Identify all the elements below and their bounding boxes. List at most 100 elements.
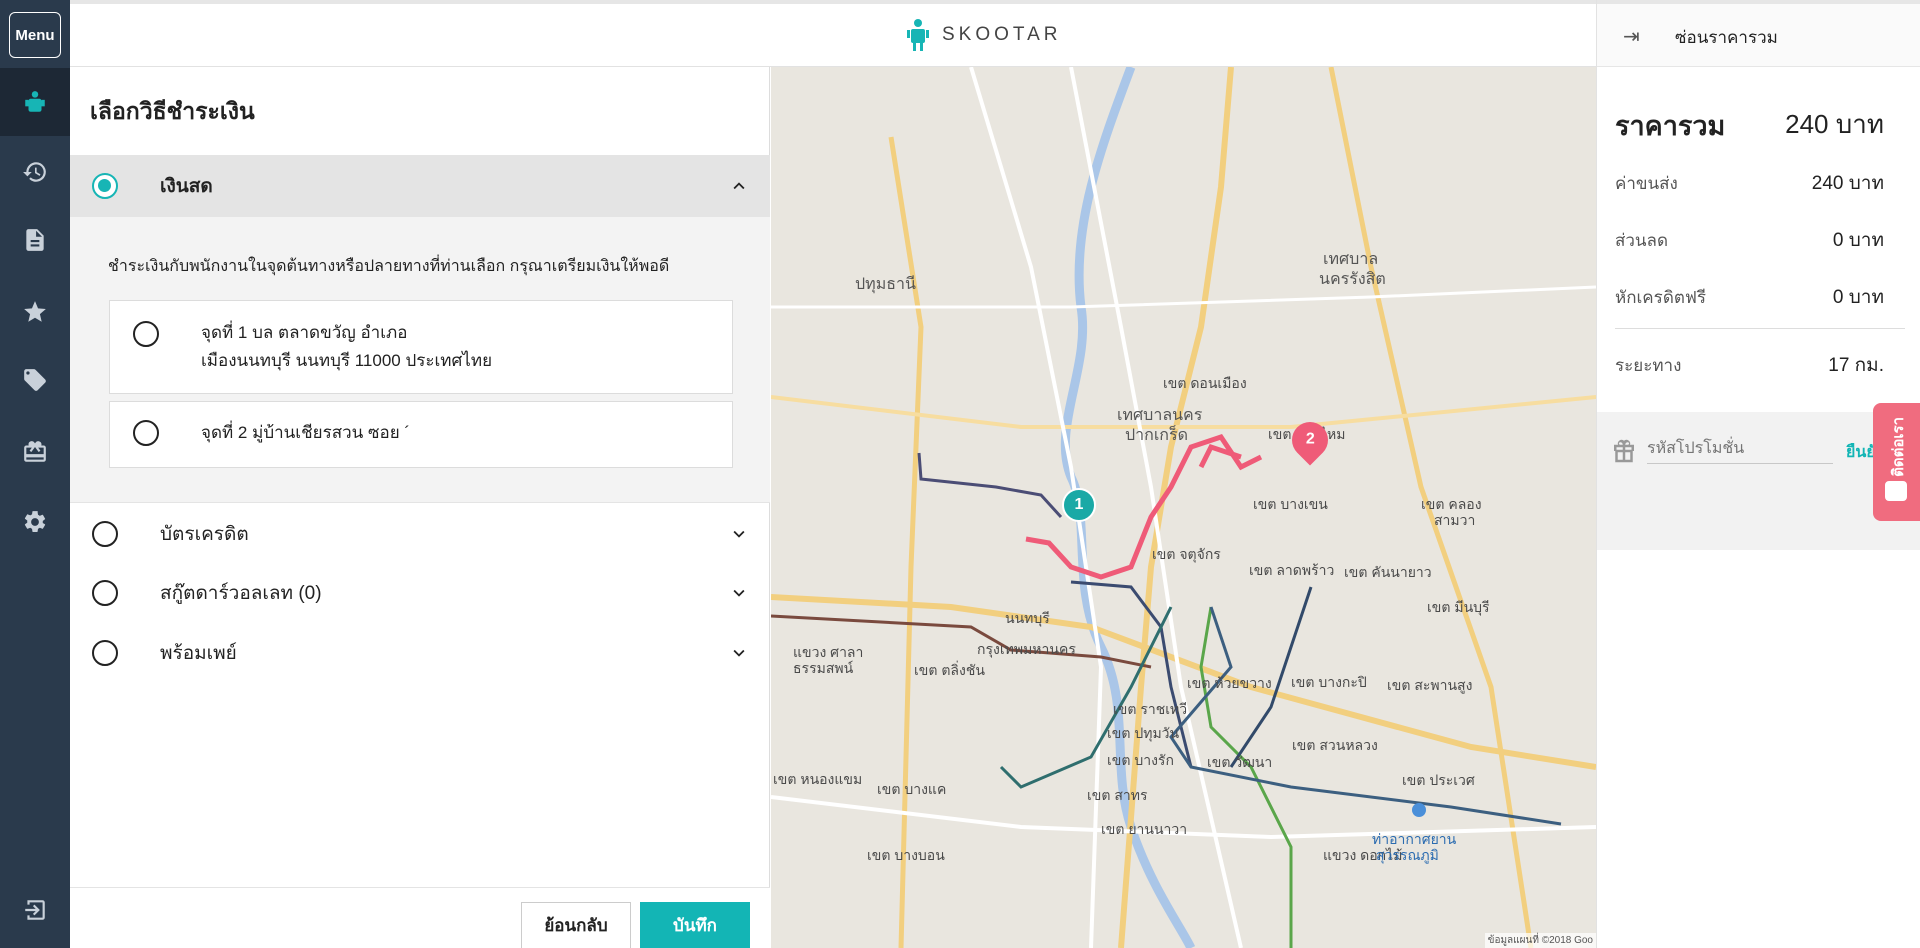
cash-details: ชำระเงินกับพนักงานในจุดต้นทางหรือปลายทาง… xyxy=(70,217,770,503)
menu-button[interactable]: Menu xyxy=(9,12,61,58)
point-2-radio[interactable] xyxy=(133,420,159,446)
chat-icon xyxy=(1885,481,1907,501)
sidebar-item-favorites[interactable] xyxy=(0,278,70,346)
sidebar-item-rewards[interactable] xyxy=(0,418,70,486)
gift-icon xyxy=(1614,439,1634,463)
save-button[interactable]: บันทึก xyxy=(640,902,750,948)
map-label: เขต ลาดพร้าว xyxy=(1249,562,1335,578)
sidebar-item-logout[interactable] xyxy=(0,876,70,944)
skootar-logo-icon xyxy=(25,91,45,112)
payment-panel: เลือกวิธีชำระเงิน เงินสด ชำระเงินกับพนัก… xyxy=(70,67,770,948)
hide-summary-header[interactable]: ⇥ ซ่อนราคารวม xyxy=(1597,0,1920,67)
credit-card-radio[interactable] xyxy=(92,521,118,547)
cash-radio[interactable] xyxy=(92,173,118,199)
point-1-address-line2: เมืองนนทบุรี นนทบุรี 11000 ประเทศไทย xyxy=(201,351,493,370)
price-summary-panel: ⇥ ซ่อนราคารวม ราคารวม 240 บาท ค่าขนส่ง 2… xyxy=(1596,0,1920,948)
sidebar-item-settings[interactable] xyxy=(0,488,70,556)
map-label: ปทุมธานี xyxy=(855,276,916,293)
gift-icon xyxy=(24,441,46,462)
total-price-label: ราคารวม xyxy=(1615,111,1726,141)
promo-code-input[interactable] xyxy=(1647,434,1833,464)
route-map[interactable]: ปทุมธานี เทศบาล นครรังสิต เขต ดอนเมือง เ… xyxy=(771,67,1596,948)
map-label: เขต ประเวศ xyxy=(1402,772,1475,788)
chevron-down-icon[interactable] xyxy=(728,642,750,664)
map-label: เขต จตุจักร xyxy=(1152,546,1221,562)
sidebar-item-history[interactable] xyxy=(0,138,70,206)
divider xyxy=(1615,328,1905,329)
pickup-point-2[interactable]: จุดที่ 2 มู่บ้านเชียรสวน ซอย ´ xyxy=(109,401,733,468)
document-icon xyxy=(26,229,44,251)
payment-option-wallet[interactable]: สกู๊ตดาร์วอลเลท (0) xyxy=(70,562,770,624)
map-label: เขต มีนบุรี xyxy=(1427,599,1490,615)
shipping-fee-label: ค่าขนส่ง xyxy=(1615,174,1678,193)
wallet-radio[interactable] xyxy=(92,580,118,606)
map-copyright: ข้อมูลแผนที่ ©2018 Goo xyxy=(1484,933,1596,948)
chevron-up-icon[interactable] xyxy=(728,175,750,197)
distance-value: 17 กม. xyxy=(1828,355,1884,376)
hide-summary-label: ซ่อนราคารวม xyxy=(1675,28,1778,47)
payment-option-credit-card[interactable]: บัตรเครดิต xyxy=(70,503,770,565)
map-label: เขต ตลิ่งชัน xyxy=(914,662,985,678)
map-label: เขต ดอนเมือง xyxy=(1163,375,1247,391)
pickup-point-1[interactable]: จุดที่ 1 บล ตลาดขวัญ อำเภอ เมืองนนทบุรี … xyxy=(109,300,733,394)
star-icon xyxy=(24,301,46,322)
map-label: ธรรมสพน์ xyxy=(793,660,854,676)
map-label: สามวา xyxy=(1434,512,1476,528)
chevron-down-icon[interactable] xyxy=(728,523,750,545)
map-label: เขต สาทร xyxy=(1087,787,1148,803)
route-pin-2-number: 2 xyxy=(1305,431,1315,448)
map-label: เขต ราชเทวี xyxy=(1113,701,1188,717)
discount-value: 0 บาท xyxy=(1832,230,1884,251)
payment-option-promptpay[interactable]: พร้อมเพย์ xyxy=(70,622,770,684)
total-price-value: 240 บาท xyxy=(1785,109,1884,139)
cash-label: เงินสด xyxy=(160,176,213,197)
map-label: เขต บางเขน xyxy=(1253,496,1328,512)
route-pin-1[interactable]: 1 xyxy=(1062,488,1096,522)
panel-footer: ย้อนกลับ บันทึก xyxy=(70,887,770,948)
map-label: เขต บางบอน xyxy=(867,847,945,863)
wallet-label: สกู๊ตดาร์วอลเลท (0) xyxy=(160,583,322,604)
page-title: เลือกวิธีชำระเงิน xyxy=(90,98,255,124)
map-label: เขต วัฒนา xyxy=(1207,754,1273,770)
shipping-fee-value: 240 บาท xyxy=(1811,173,1884,194)
free-credit-label: หักเครดิตฟรี xyxy=(1615,288,1707,307)
map-label: เขต สะพานสูง xyxy=(1387,677,1473,693)
promptpay-label: พร้อมเพย์ xyxy=(160,643,237,664)
point-1-address-line1: จุดที่ 1 บล ตลาดขวัญ อำเภอ xyxy=(201,323,408,342)
collapse-arrow-icon[interactable]: ⇥ xyxy=(1623,24,1640,49)
map-label: เขต บางรัก xyxy=(1107,752,1174,768)
map-label: เขต บางกะปิ xyxy=(1291,674,1367,690)
tag-icon xyxy=(24,369,46,391)
sidebar-item-home[interactable] xyxy=(0,68,70,136)
cash-description: ชำระเงินกับพนักงานในจุดต้นทางหรือปลายทาง… xyxy=(108,258,670,275)
contact-us-label: ติดต่อเรา xyxy=(1890,417,1907,477)
point-1-radio[interactable] xyxy=(133,321,159,347)
history-icon xyxy=(23,162,46,182)
contact-us-tab[interactable]: ติดต่อเรา xyxy=(1873,403,1920,521)
top-bar: SKOOTAR xyxy=(70,0,1596,67)
payment-option-cash[interactable]: เงินสด xyxy=(70,155,770,217)
skootar-logo-icon xyxy=(907,19,929,51)
brand-logo[interactable]: SKOOTAR xyxy=(906,18,1062,52)
discount-label: ส่วนลด xyxy=(1615,231,1669,250)
brand-name: SKOOTAR xyxy=(942,24,1062,45)
point-2-address: จุดที่ 2 มู่บ้านเชียรสวน ซอย ´ xyxy=(201,423,411,442)
promptpay-radio[interactable] xyxy=(92,640,118,666)
map-label: เขต คันนายาว xyxy=(1344,564,1432,580)
map-label: กรุงเทพมหานคร xyxy=(977,641,1076,657)
map-label: สุวรรณภูมิ xyxy=(1376,847,1439,863)
free-credit-value: 0 บาท xyxy=(1832,287,1884,308)
promo-section: ยืนยัน xyxy=(1597,412,1920,550)
sidebar: Menu xyxy=(0,0,70,948)
gear-icon xyxy=(24,511,46,532)
distance-label: ระยะทาง xyxy=(1615,356,1682,375)
chevron-down-icon[interactable] xyxy=(728,582,750,604)
map-label: นนทบุรี xyxy=(1005,610,1050,626)
sidebar-item-promotions[interactable] xyxy=(0,346,70,414)
back-button[interactable]: ย้อนกลับ xyxy=(521,902,631,948)
map-label: เขต บางแค xyxy=(877,781,947,797)
map-label: เขต หนองแขม xyxy=(773,771,863,787)
map-label: นครรังสิต xyxy=(1319,271,1386,288)
map-label: เขต ยานนาวา xyxy=(1101,821,1188,837)
sidebar-item-documents[interactable] xyxy=(0,206,70,274)
